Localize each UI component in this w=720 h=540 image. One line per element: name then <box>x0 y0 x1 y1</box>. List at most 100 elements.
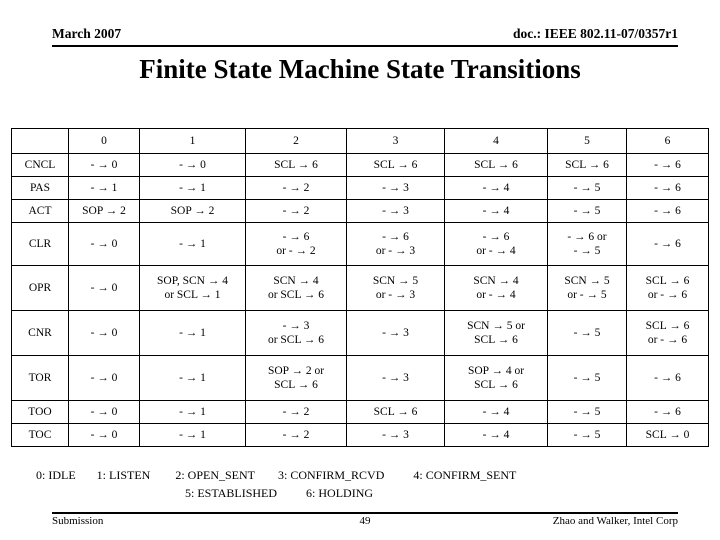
cell-toc-5: - → 5 <box>547 423 627 447</box>
row-label-tor: TOR <box>11 355 69 401</box>
cell-cnr-5: - → 5 <box>547 310 627 356</box>
cell-act-3: - → 3 <box>346 199 445 223</box>
cell-opr-6: SCL → 6 or - → 6 <box>626 265 709 311</box>
cell-cnr-1: - → 1 <box>139 310 246 356</box>
page-title: Finite State Machine State Transitions <box>139 54 581 84</box>
cell-pas-2: - → 2 <box>245 176 347 200</box>
cell-toc-4: - → 4 <box>444 423 548 447</box>
footer-authors: Zhao and Walker, Intel Corp <box>552 515 678 527</box>
cell-tor-3: - → 3 <box>346 355 445 401</box>
column-header-6: 6 <box>626 128 709 154</box>
cell-too-1: - → 1 <box>139 400 246 424</box>
cell-toc-2: - → 2 <box>245 423 347 447</box>
cell-opr-5: SCN → 5 or - → 5 <box>547 265 627 311</box>
cell-too-3: SCL → 6 <box>346 400 445 424</box>
cell-clr-0: - → 0 <box>68 222 140 266</box>
cell-cnr-0: - → 0 <box>68 310 140 356</box>
cell-cnr-6: SCL → 6 or - → 6 <box>626 310 709 356</box>
legend-item-open-sent: 2: OPEN_SENT <box>175 468 255 482</box>
cell-too-2: - → 2 <box>245 400 347 424</box>
cell-tor-1: - → 1 <box>139 355 246 401</box>
row-label-act: ACT <box>11 199 69 223</box>
cell-cncl-5: SCL → 6 <box>547 153 627 177</box>
cell-act-2: - → 2 <box>245 199 347 223</box>
table-row: TOR - → 0 - → 1 SOP → 2 or SCL → 6 - → 3… <box>11 355 709 401</box>
cell-toc-0: - → 0 <box>68 423 140 447</box>
table-row: CLR - → 0 - → 1 - → 6 or - → 2 - → 6 or … <box>11 222 709 266</box>
cell-clr-4: - → 6 or - → 4 <box>444 222 548 266</box>
cell-pas-0: - → 1 <box>68 176 140 200</box>
row-label-cnr: CNR <box>11 310 69 356</box>
cell-tor-2: SOP → 2 or SCL → 6 <box>245 355 347 401</box>
legend-item-confirm-rcvd: 3: CONFIRM_RCVD <box>278 468 385 482</box>
legend-item-idle: 0: IDLE <box>36 468 76 482</box>
row-label-opr: OPR <box>11 265 69 311</box>
table-header-row: 0 1 2 3 4 5 6 <box>11 128 709 154</box>
cell-tor-0: - → 0 <box>68 355 140 401</box>
column-header-5: 5 <box>547 128 627 154</box>
cell-cncl-4: SCL → 6 <box>444 153 548 177</box>
header-divider <box>52 45 678 47</box>
cell-opr-3: SCN → 5 or - → 3 <box>346 265 445 311</box>
footer-divider <box>52 512 678 514</box>
cell-cncl-1: - → 0 <box>139 153 246 177</box>
cell-clr-5: - → 6 or - → 5 <box>547 222 627 266</box>
cell-tor-4: SOP → 4 or SCL → 6 <box>444 355 548 401</box>
cell-cncl-0: - → 0 <box>68 153 140 177</box>
table-row: OPR - → 0 SOP, SCN → 4 or SCL → 1 SCN → … <box>11 265 709 311</box>
cell-clr-6: - → 6 <box>626 222 709 266</box>
row-label-cncl: CNCL <box>11 153 69 177</box>
cell-pas-4: - → 4 <box>444 176 548 200</box>
table-corner-cell <box>11 128 69 154</box>
cell-pas-6: - → 6 <box>626 176 709 200</box>
cell-cnr-3: - → 3 <box>346 310 445 356</box>
cell-toc-6: SCL → 0 <box>626 423 709 447</box>
legend-item-established: 5: ESTABLISHED <box>185 486 278 500</box>
cell-too-0: - → 0 <box>68 400 140 424</box>
slide-header: March 2007 doc.: IEEE 802.11-07/0357r1 <box>52 26 678 46</box>
cell-act-4: - → 4 <box>444 199 548 223</box>
table-row: ACT SOP → 2 SOP → 2 - → 2 - → 3 - → 4 - … <box>11 199 709 223</box>
table-row: TOO - → 0 - → 1 - → 2 SCL → 6 - → 4 - → … <box>11 400 709 424</box>
cell-clr-3: - → 6 or - → 3 <box>346 222 445 266</box>
table-row: TOC - → 0 - → 1 - → 2 - → 3 - → 4 - → 5 … <box>11 423 709 447</box>
cell-act-1: SOP → 2 <box>139 199 246 223</box>
column-header-2: 2 <box>245 128 347 154</box>
cell-too-6: - → 6 <box>626 400 709 424</box>
table-row: CNCL - → 0 - → 0 SCL → 6 SCL → 6 SCL → 6… <box>11 153 709 177</box>
fsm-transition-table: 0 1 2 3 4 5 6 CNCL - → 0 - → 0 SCL → 6 S… <box>11 128 709 447</box>
legend-line-first: 0: IDLE 1: LISTEN 2: OPEN_SENT 3: CONFIR… <box>0 468 720 483</box>
cell-act-0: SOP → 2 <box>68 199 140 223</box>
row-label-toc: TOC <box>11 423 69 447</box>
legend-item-listen: 1: LISTEN <box>96 468 151 482</box>
cell-cnr-2: - → 3 or SCL → 6 <box>245 310 347 356</box>
row-label-pas: PAS <box>11 176 69 200</box>
column-header-0: 0 <box>68 128 140 154</box>
cell-cncl-6: - → 6 <box>626 153 709 177</box>
column-header-3: 3 <box>346 128 445 154</box>
header-date: March 2007 <box>52 26 122 41</box>
state-transition-matrix: 0 1 2 3 4 5 6 CNCL - → 0 - → 0 SCL → 6 S… <box>11 128 709 447</box>
cell-act-5: - → 5 <box>547 199 627 223</box>
cell-act-6: - → 6 <box>626 199 709 223</box>
row-label-too: TOO <box>11 400 69 424</box>
header-doc-ref: doc.: IEEE 802.11-07/0357r1 <box>512 26 678 41</box>
cell-tor-6: - → 6 <box>626 355 709 401</box>
cell-too-4: - → 4 <box>444 400 548 424</box>
cell-too-5: - → 5 <box>547 400 627 424</box>
state-legend: 0: IDLE 1: LISTEN 2: OPEN_SENT 3: CONFIR… <box>0 468 720 501</box>
legend-item-confirm-sent: 4: CONFIRM_SENT <box>413 468 517 482</box>
cell-opr-2: SCN → 4 or SCL → 6 <box>245 265 347 311</box>
cell-clr-2: - → 6 or - → 2 <box>245 222 347 266</box>
column-header-1: 1 <box>139 128 246 154</box>
legend-line-second: 5: ESTABLISHED 6: HOLDING <box>0 486 720 501</box>
slide-footer: 49 Submission Zhao and Walker, Intel Cor… <box>52 515 678 531</box>
cell-cncl-3: SCL → 6 <box>346 153 445 177</box>
cell-tor-5: - → 5 <box>547 355 627 401</box>
cell-opr-1: SOP, SCN → 4 or SCL → 1 <box>139 265 246 311</box>
column-header-4: 4 <box>444 128 548 154</box>
cell-opr-0: - → 0 <box>68 265 140 311</box>
cell-pas-1: - → 1 <box>139 176 246 200</box>
cell-cncl-2: SCL → 6 <box>245 153 347 177</box>
legend-item-holding: 6: HOLDING <box>306 486 374 500</box>
